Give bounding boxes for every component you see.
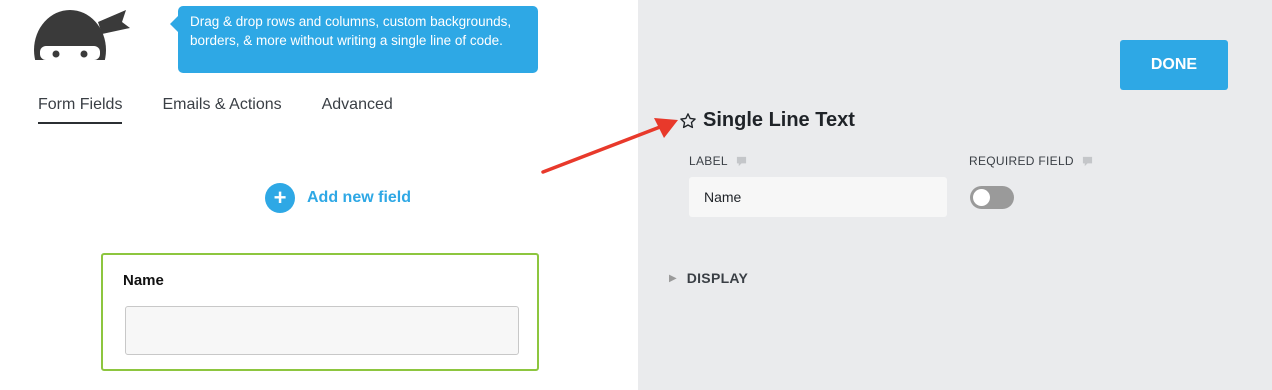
field-type-title: Single Line Text (679, 109, 855, 132)
required-field-toggle[interactable] (970, 186, 1014, 209)
label-header-text: LABEL (689, 154, 728, 168)
tab-advanced[interactable]: Advanced (322, 96, 393, 124)
add-new-field-button[interactable]: + Add new field (265, 183, 411, 213)
annotation-arrow-icon (541, 118, 678, 174)
field-preview-label: Name (123, 272, 164, 289)
label-input[interactable]: Name (689, 177, 947, 217)
builder-tabs: Form Fields Emails & Actions Advanced (38, 96, 393, 124)
label-setting-header: LABEL (689, 154, 747, 168)
display-section-label: DISPLAY (686, 270, 749, 286)
help-bubble-icon[interactable] (1082, 156, 1093, 167)
tab-form-fields[interactable]: Form Fields (38, 96, 123, 124)
help-bubble-icon[interactable] (736, 156, 747, 167)
toggle-knob (973, 189, 990, 206)
plus-circle-icon: + (265, 183, 295, 213)
field-type-text: Single Line Text (703, 109, 855, 131)
field-settings-panel: DONE Single Line Text LABEL REQUIRED FIE… (638, 0, 1272, 390)
required-setting-header: REQUIRED FIELD (969, 154, 1093, 168)
done-button[interactable]: DONE (1120, 40, 1228, 90)
required-header-text: REQUIRED FIELD (969, 154, 1074, 168)
add-new-field-label: Add new field (307, 189, 411, 206)
tab-emails-actions[interactable]: Emails & Actions (162, 96, 281, 124)
feature-tooltip: Drag & drop rows and columns, custom bac… (170, 6, 538, 73)
ninja-logo (34, 10, 130, 60)
field-preview-card[interactable]: Name (101, 253, 539, 371)
caret-right-icon: ▶ (669, 272, 677, 284)
field-preview-input[interactable] (125, 306, 519, 355)
display-section-toggle[interactable]: ▶ DISPLAY (669, 270, 748, 286)
